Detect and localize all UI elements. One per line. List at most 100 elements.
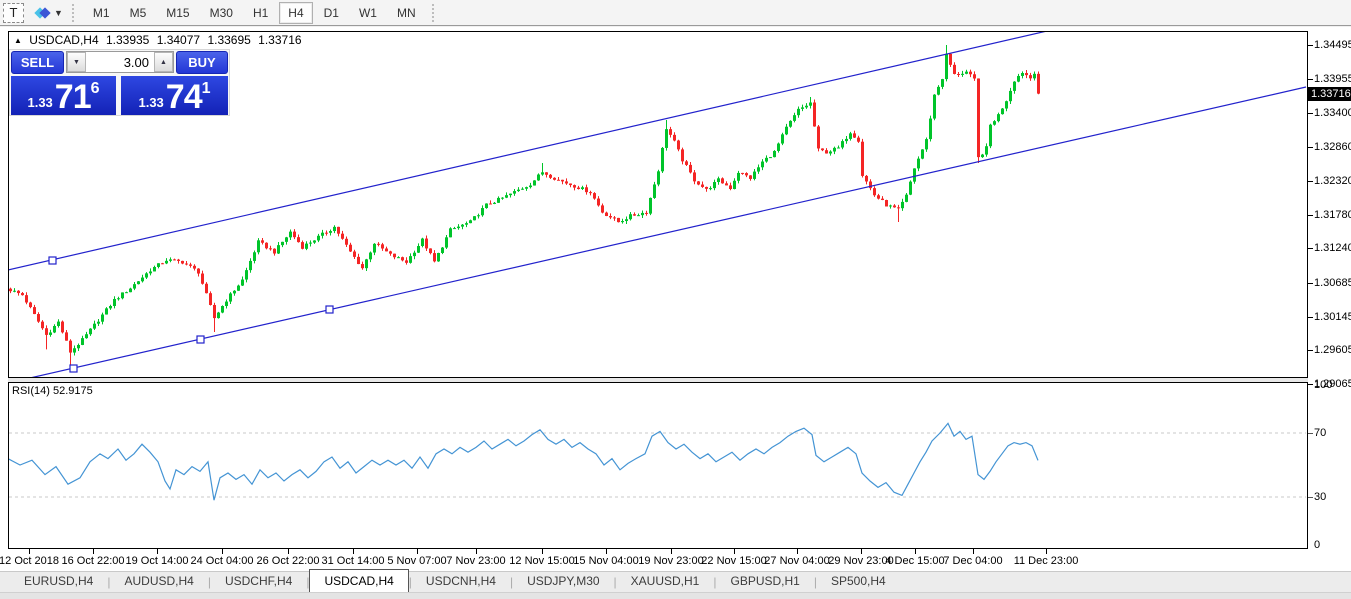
time-tick-label: 24 Oct 04:00 [191, 555, 254, 567]
time-tick-label: 29 Nov 23:00 [828, 555, 893, 567]
current-price-tag: 1.33716 [1308, 87, 1351, 101]
sell-quote[interactable]: 1.33 71 6 [11, 76, 116, 115]
volume-stepper: ▼ 3.00 ▲ [66, 51, 174, 73]
one-click-trading-panel: SELL ▼ 3.00 ▲ BUY 1.33 71 6 1.33 74 1 [9, 49, 230, 116]
symbol-up-icon: ▲ [14, 36, 22, 45]
toolbar: T ▼ M1M5M15M30H1H4D1W1MN [0, 0, 1351, 26]
rsi-tick-label: 30 [1314, 491, 1326, 503]
time-tick-mark [288, 549, 289, 554]
time-tick-mark [542, 549, 543, 554]
price-tick-label: 1.34495 [1314, 39, 1351, 51]
statusbar [0, 592, 1351, 599]
price-tick-label: 1.32860 [1314, 141, 1351, 153]
ohlc-high: 1.34077 [157, 33, 200, 47]
time-tick-label: 12 Oct 2018 [0, 555, 59, 567]
timeframe-button-d1[interactable]: D1 [315, 2, 348, 24]
buy-price-point: 1 [202, 74, 211, 104]
timeframe-button-m5[interactable]: M5 [121, 2, 156, 24]
timeframe-button-m30[interactable]: M30 [201, 2, 242, 24]
time-tick-mark [734, 549, 735, 554]
time-tick-label: 4 Dec 15:00 [885, 555, 944, 567]
timeframe-button-h4[interactable]: H4 [279, 2, 312, 24]
sell-button[interactable]: SELL [11, 51, 64, 74]
price-axis[interactable]: 1.344951.339551.334001.328601.323201.317… [1308, 27, 1351, 571]
buy-quote[interactable]: 1.33 74 1 [121, 76, 228, 115]
price-tick-label: 1.32320 [1314, 175, 1351, 187]
time-tick-mark [973, 549, 974, 554]
chart-window: ▲ USDCAD,H4 1.33935 1.34077 1.33695 1.33… [0, 27, 1351, 571]
time-tick-label: 15 Nov 04:00 [573, 555, 638, 567]
timeframe-button-m15[interactable]: M15 [157, 2, 198, 24]
time-tick-label: 12 Nov 15:00 [509, 555, 574, 567]
price-tick-label: 1.31780 [1314, 209, 1351, 221]
sell-price-pips: 71 [55, 81, 91, 113]
time-tick-mark [476, 549, 477, 554]
chart-tab-usdchf-h4[interactable]: USDCHF,H4 [211, 571, 306, 592]
price-tick-mark [1308, 181, 1313, 182]
time-tick-label: 27 Nov 04:00 [764, 555, 829, 567]
text-tool-button[interactable]: T [3, 3, 24, 23]
price-tick-mark [1308, 283, 1313, 284]
chart-tab-sp500-h4[interactable]: SP500,H4 [817, 571, 900, 592]
chart-tab-xauusd-h1[interactable]: XAUUSD,H1 [617, 571, 714, 592]
chart-tab-eurusd-h4[interactable]: EURUSD,H4 [10, 571, 107, 592]
time-axis[interactable]: 12 Oct 201816 Oct 22:0019 Oct 14:0024 Oc… [0, 549, 1351, 571]
time-tick-label: 26 Oct 22:00 [257, 555, 320, 567]
rsi-tick-label: 70 [1314, 427, 1326, 439]
price-tick-label: 1.30145 [1314, 311, 1351, 323]
chart-tab-usdjpy-m30[interactable]: USDJPY,M30 [513, 571, 613, 592]
price-tick-mark [1308, 317, 1313, 318]
ohlc-low: 1.33695 [207, 33, 250, 47]
buy-button[interactable]: BUY [176, 51, 228, 74]
time-tick-mark [417, 549, 418, 554]
rsi-tick-mark [1308, 497, 1313, 498]
price-tick-mark [1308, 248, 1313, 249]
time-tick-mark [353, 549, 354, 554]
chart-title: ▲ USDCAD,H4 1.33935 1.34077 1.33695 1.33… [14, 33, 306, 47]
arrows-tool-button[interactable]: ▼ [33, 6, 66, 20]
price-tick-label: 1.31240 [1314, 242, 1351, 254]
rsi-tick-label: 100 [1314, 379, 1332, 391]
time-tick-mark [157, 549, 158, 554]
volume-decrease-button[interactable]: ▼ [67, 52, 86, 72]
time-tick-label: 7 Dec 04:00 [943, 555, 1002, 567]
timeframe-button-h1[interactable]: H1 [244, 2, 277, 24]
ohlc-close: 1.33716 [258, 33, 301, 47]
time-tick-label: 16 Oct 22:00 [62, 555, 125, 567]
toolbar-grip [432, 4, 437, 22]
timeframe-button-mn[interactable]: MN [388, 2, 425, 24]
time-tick-mark [93, 549, 94, 554]
chart-symbol: USDCAD,H4 [29, 33, 98, 47]
chart-tab-audusd-h4[interactable]: AUDUSD,H4 [110, 571, 207, 592]
buy-price-pips: 74 [166, 81, 202, 113]
price-tick-mark [1308, 45, 1313, 46]
volume-increase-button[interactable]: ▲ [154, 52, 173, 72]
mt4-window: T ▼ M1M5M15M30H1H4D1W1MN ▲ USDCAD,H4 1.3… [0, 0, 1351, 599]
time-tick-mark [1046, 549, 1047, 554]
text-tool-icon: T [10, 5, 18, 20]
sell-price-prefix: 1.33 [27, 93, 52, 113]
price-tick-mark [1308, 147, 1313, 148]
time-tick-label: 5 Nov 07:00 [387, 555, 446, 567]
time-tick-label: 31 Oct 14:00 [322, 555, 385, 567]
price-tick-mark [1308, 113, 1313, 114]
timeframe-toolbar: M1M5M15M30H1H4D1W1MN [83, 0, 426, 26]
rsi-chart-area[interactable] [8, 382, 1308, 549]
time-tick-mark [29, 549, 30, 554]
time-tick-mark [671, 549, 672, 554]
chevron-down-icon: ▼ [54, 8, 63, 18]
price-tick-mark [1308, 384, 1313, 385]
timeframe-button-w1[interactable]: W1 [350, 2, 386, 24]
price-tick-label: 1.33955 [1314, 73, 1351, 85]
chart-tab-gbpusd-h1[interactable]: GBPUSD,H1 [716, 571, 813, 592]
time-tick-label: 19 Oct 14:00 [126, 555, 189, 567]
chart-tab-usdcad-h4[interactable]: USDCAD,H4 [309, 569, 408, 592]
volume-value[interactable]: 3.00 [86, 52, 154, 72]
rsi-tick-mark [1308, 433, 1313, 434]
buy-price-prefix: 1.33 [138, 93, 163, 113]
chart-tab-usdcnh-h4[interactable]: USDCNH,H4 [412, 571, 510, 592]
time-tick-mark [797, 549, 798, 554]
time-tick-mark [861, 549, 862, 554]
time-tick-mark [915, 549, 916, 554]
timeframe-button-m1[interactable]: M1 [84, 2, 119, 24]
